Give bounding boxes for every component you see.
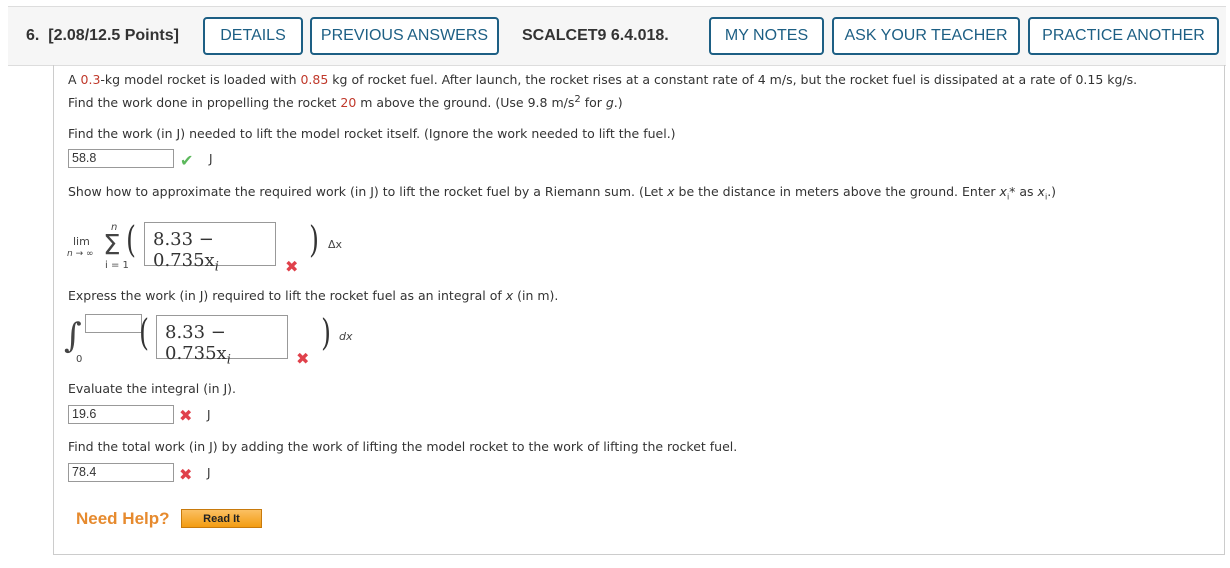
problem-code: SCALCET9 6.4.018. xyxy=(522,27,669,44)
lim-label: lim xyxy=(73,235,90,248)
part4-answer-input[interactable]: 19.6 xyxy=(68,405,174,424)
part1-prompt: Find the work (in J) needed to lift the … xyxy=(68,126,676,141)
right-paren: ) xyxy=(321,313,331,354)
left-paren: ( xyxy=(126,220,136,261)
integral-lower-limit: 0 xyxy=(76,354,83,365)
lim-subscript: n → ∞ xyxy=(67,249,94,259)
practice-another-button[interactable]: PRACTICE ANOTHER xyxy=(1028,17,1219,55)
ask-your-teacher-button[interactable]: ASK YOUR TEACHER xyxy=(832,17,1020,55)
rocket-mass: 0.3 xyxy=(80,72,101,87)
cross-icon: ✖ xyxy=(296,349,310,368)
sigma-symbol: Σ xyxy=(103,228,121,261)
integral-symbol: ∫ xyxy=(64,316,82,356)
part1-unit: J xyxy=(209,152,213,166)
part4-prompt: Evaluate the integral (in J). xyxy=(68,381,237,396)
integrand-input[interactable]: 8.33 − 0.735xi xyxy=(156,315,288,368)
cross-icon: ✖ xyxy=(285,257,299,276)
check-icon: ✔ xyxy=(180,151,194,170)
need-help-label: Need Help? xyxy=(76,509,170,528)
delta-x-label: Δx xyxy=(328,238,343,251)
sum-lower: i = 1 xyxy=(105,260,129,271)
details-button[interactable]: DETAILS xyxy=(203,17,303,55)
part3-prompt: Express the work (in J) required to lift… xyxy=(68,288,559,303)
part2-prompt: Show how to approximate the required wor… xyxy=(68,184,1057,202)
height-value: 20 xyxy=(340,95,357,111)
cross-icon: ✖ xyxy=(179,465,193,484)
riemann-sum-input[interactable]: 8.33 − 0.735xi xyxy=(144,222,276,275)
previous-answers-button[interactable]: PREVIOUS ANSWERS xyxy=(310,17,499,55)
question-points: 6. [2.08/12.5 Points] xyxy=(26,27,179,44)
problem-line-1: A 0.3-kg model rocket is loaded with 0.8… xyxy=(68,72,1138,87)
fuel-mass: 0.85 xyxy=(300,72,329,87)
read-it-button[interactable]: Read It xyxy=(181,509,262,528)
question-header: 6. [2.08/12.5 Points] DETAILS PREVIOUS A… xyxy=(8,6,1226,66)
part5-prompt: Find the total work (in J) by adding the… xyxy=(68,439,738,454)
integral-upper-limit-input[interactable] xyxy=(85,314,142,333)
cross-icon: ✖ xyxy=(179,406,193,425)
part1-answer-input[interactable]: 58.8 xyxy=(68,149,174,168)
dx-label: dx xyxy=(339,330,353,343)
left-paren: ( xyxy=(139,313,149,354)
my-notes-button[interactable]: MY NOTES xyxy=(709,17,824,55)
right-paren: ) xyxy=(309,220,319,261)
part4-unit: J xyxy=(207,408,211,422)
part5-unit: J xyxy=(207,466,211,480)
part5-answer-input[interactable]: 78.4 xyxy=(68,463,174,482)
problem-line-2: Find the work done in propelling the roc… xyxy=(68,94,623,111)
